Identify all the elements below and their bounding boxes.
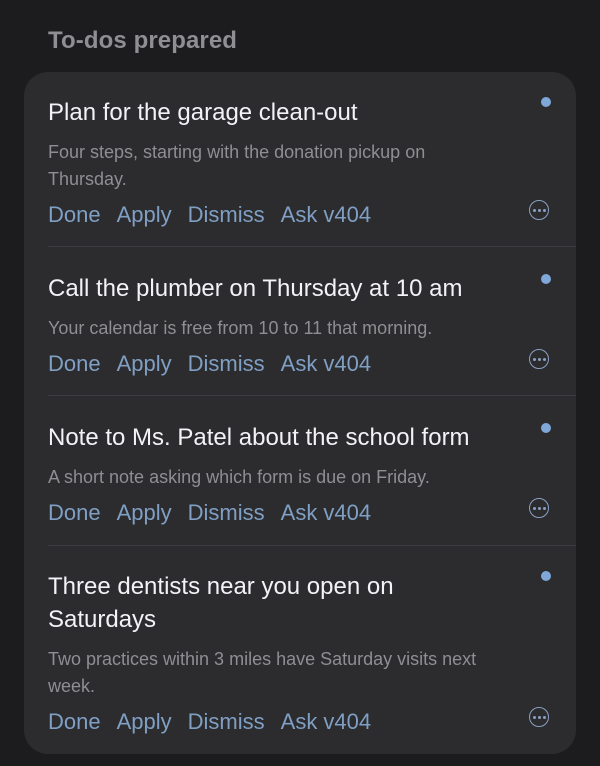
divider: [48, 545, 576, 546]
unread-dot-icon: [541, 423, 551, 433]
todo-title: Plan for the garage clean-out: [48, 99, 358, 126]
divider: [48, 395, 576, 396]
todo-item: Call the plumber on Thursday at 10 am Yo…: [48, 272, 576, 380]
unread-dot-icon: [541, 274, 551, 284]
unread-dot-icon: [541, 97, 551, 107]
apply-button[interactable]: Apply: [117, 202, 172, 228]
more-options-icon[interactable]: [529, 707, 549, 727]
todo-title: Three dentists near you open on Saturday…: [48, 573, 394, 633]
dismiss-button[interactable]: Dismiss: [188, 709, 265, 735]
todo-description: Four steps, starting with the donation p…: [48, 142, 426, 189]
todo-item: Plan for the garage clean-out Four steps…: [48, 96, 576, 231]
todo-title: Note to Ms. Patel about the school form: [48, 424, 470, 451]
todo-title: Call the plumber on Thursday at 10 am: [48, 275, 463, 302]
todo-list-card: Plan for the garage clean-out Four steps…: [24, 72, 576, 754]
unread-dot-icon: [541, 571, 551, 581]
done-button[interactable]: Done: [48, 202, 101, 228]
section-title: To-dos prepared: [48, 27, 238, 54]
apply-button[interactable]: Apply: [117, 500, 172, 526]
more-options-icon[interactable]: [529, 349, 549, 369]
apply-button[interactable]: Apply: [117, 709, 172, 735]
todo-description: A short note asking which form is due on…: [48, 467, 430, 487]
dismiss-button[interactable]: Dismiss: [188, 202, 265, 228]
ask-button[interactable]: Ask v404: [281, 500, 372, 526]
todo-actions: Done Apply Dismiss Ask v404: [48, 199, 576, 231]
done-button[interactable]: Done: [48, 351, 101, 377]
more-options-icon[interactable]: [529, 498, 549, 518]
more-options-icon[interactable]: [529, 200, 549, 220]
ask-button[interactable]: Ask v404: [281, 202, 372, 228]
done-button[interactable]: Done: [48, 500, 101, 526]
ask-button[interactable]: Ask v404: [281, 709, 372, 735]
todo-description: Your calendar is free from 10 to 11 that…: [48, 318, 433, 338]
todo-actions: Done Apply Dismiss Ask v404: [48, 348, 576, 380]
todo-actions: Done Apply Dismiss Ask v404: [48, 706, 576, 738]
dismiss-button[interactable]: Dismiss: [188, 351, 265, 377]
todo-description: Two practices within 3 miles have Saturd…: [48, 649, 477, 696]
divider: [48, 246, 576, 247]
todo-item: Three dentists near you open on Saturday…: [48, 570, 576, 738]
apply-button[interactable]: Apply: [117, 351, 172, 377]
done-button[interactable]: Done: [48, 709, 101, 735]
todo-actions: Done Apply Dismiss Ask v404: [48, 497, 576, 529]
ask-button[interactable]: Ask v404: [281, 351, 372, 377]
todo-item: Note to Ms. Patel about the school form …: [48, 421, 576, 529]
dismiss-button[interactable]: Dismiss: [188, 500, 265, 526]
